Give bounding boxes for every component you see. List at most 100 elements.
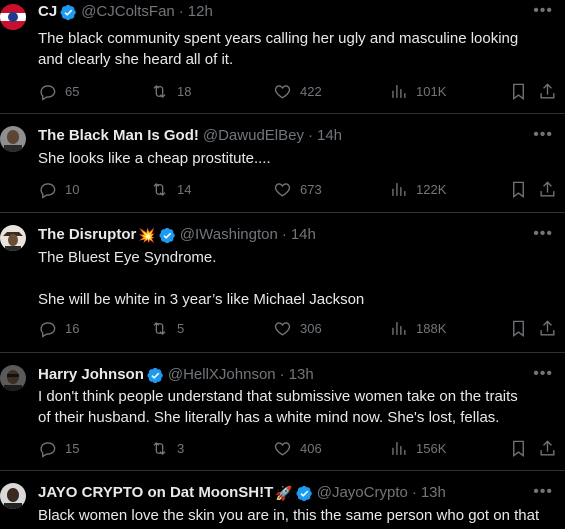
reply-button[interactable]: 15 [38,439,79,458]
tweet[interactable]: CJ @CJColtsFan · 12h ••• The black commu… [0,0,565,114]
reply-button[interactable]: 10 [38,180,79,199]
author-handle[interactable]: @DawudElBey [203,126,304,146]
more-options-icon[interactable]: ••• [533,365,553,383]
views-icon [392,322,406,335]
tweet[interactable]: The Disruptor 💥 @IWashington · 14h ••• T… [0,213,565,353]
like-button[interactable]: 406 [273,439,322,458]
bookmark-icon [513,83,524,100]
reply-icon [40,442,56,458]
author-name[interactable]: Harry Johnson [38,365,144,385]
avatar[interactable] [0,225,26,251]
reply-button[interactable]: 16 [38,319,79,338]
like-button[interactable]: 306 [273,319,322,338]
bookmark-button[interactable] [509,319,528,338]
like-count: 422 [300,84,322,99]
more-options-icon[interactable]: ••• [533,126,553,144]
avatar-image [0,483,26,509]
views-button[interactable]: 122K [389,180,446,199]
share-icon [540,83,555,99]
retweet-icon [153,85,166,98]
avatar-image [0,225,26,251]
separator-dot: · [178,3,184,20]
like-count: 306 [300,321,322,336]
share-button[interactable] [538,82,557,101]
like-button[interactable]: 422 [273,82,322,101]
share-button[interactable] [538,319,557,338]
reply-button[interactable]: 65 [38,82,79,101]
views-button[interactable]: 101K [389,82,446,101]
avatar[interactable] [0,365,26,391]
name-emoji: 🚀 [275,485,293,501]
tweet-header: CJ @CJColtsFan · 12h [38,2,213,22]
bookmark-icon [513,440,524,457]
name-emoji: 💥 [138,227,156,243]
share-button[interactable] [538,180,557,199]
timestamp[interactable]: 14h [317,126,342,146]
tweet-header: JAYO CRYPTO on Dat MoonSH!T 🚀 @JayoCrypt… [38,483,446,503]
retweet-button[interactable]: 18 [150,82,191,101]
tweet[interactable]: Harry Johnson @HellXJohnson · 13h ••• I … [0,353,565,471]
view-count: 188K [416,321,447,336]
bookmark-icon [513,320,524,337]
retweet-count: 3 [177,441,185,456]
avatar[interactable] [0,483,26,509]
share-icon [540,320,555,336]
tweet-actions: 15 3 406 156K [38,439,555,461]
tweet-header: The Black Man Is God! @DawudElBey · 14h [38,126,342,146]
views-icon [392,183,406,196]
timestamp[interactable]: 14h [291,225,316,245]
share-button[interactable] [538,439,557,458]
author-name[interactable]: The Black Man Is God! [38,126,199,146]
author-name[interactable]: CJ [38,2,57,22]
like-count: 673 [300,182,322,197]
author-handle[interactable]: @IWashington [180,225,278,245]
verified-badge-icon [147,367,163,383]
heart-icon [274,183,291,197]
avatar[interactable] [0,126,26,152]
views-button[interactable]: 156K [389,439,446,458]
more-options-icon[interactable]: ••• [533,225,553,243]
tweet-text: Black women love the skin you are in, th… [38,507,540,524]
timestamp[interactable]: 13h [421,483,446,503]
avatar-image [0,365,26,391]
more-options-icon[interactable]: ••• [533,483,553,501]
author-name[interactable]: JAYO CRYPTO on Dat MoonSH!T [38,483,273,503]
tweet[interactable]: JAYO CRYPTO on Dat MoonSH!T 🚀 @JayoCrypt… [0,471,565,529]
author-name[interactable]: The Disruptor [38,225,136,245]
tweet[interactable]: The Black Man Is God! @DawudElBey · 14h … [0,114,565,213]
retweet-button[interactable]: 5 [150,319,184,338]
reply-count: 16 [65,321,80,336]
bookmark-button[interactable] [509,180,528,199]
reply-count: 10 [65,182,80,197]
author-handle[interactable]: @CJColtsFan [81,2,175,22]
separator-dot: · [279,366,285,383]
heart-icon [274,442,291,456]
views-icon [392,85,406,98]
share-icon [540,440,555,456]
like-button[interactable]: 673 [273,180,322,199]
share-icon [540,181,555,197]
reply-count: 65 [65,84,80,99]
avatar[interactable] [0,4,26,30]
tweet-actions: 10 14 673 122K [38,180,555,202]
author-handle[interactable]: @HellXJohnson [168,365,276,385]
tweet-text: The Bluest Eye Syndrome. She will be whi… [38,249,365,308]
retweet-count: 5 [177,321,185,336]
bookmark-button[interactable] [509,439,528,458]
tweet-text: The black community spent years calling … [38,30,519,68]
retweet-count: 14 [177,182,192,197]
timestamp[interactable]: 13h [289,365,314,385]
tweet-actions: 65 18 422 101K [38,82,555,104]
views-button[interactable]: 188K [389,319,446,338]
reply-icon [40,322,56,338]
more-options-icon[interactable]: ••• [533,2,553,20]
view-count: 156K [416,441,447,456]
author-handle[interactable]: @JayoCrypto [317,483,408,503]
bookmark-button[interactable] [509,82,528,101]
retweet-button[interactable]: 14 [150,180,191,199]
reply-icon [40,85,56,101]
verified-badge-icon [296,485,312,501]
timestamp[interactable]: 12h [188,2,213,22]
tweet-text: She looks like a cheap prostitute.... [38,150,271,167]
retweet-button[interactable]: 3 [150,439,184,458]
